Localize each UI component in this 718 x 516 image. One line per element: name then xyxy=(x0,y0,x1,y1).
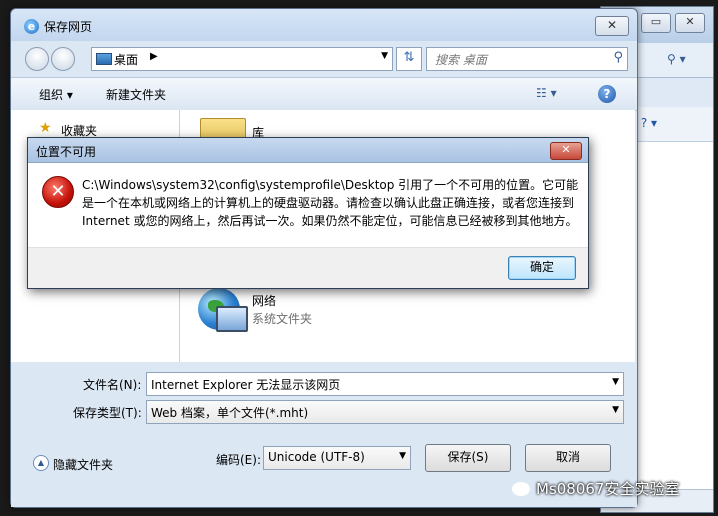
hide-folders-link[interactable]: 隐藏文件夹 xyxy=(53,456,113,473)
error-message-line: 是一个在本机或网络上的计算机上的硬盘驱动器。请检查以确认此盘正确连接，或者您连接… xyxy=(82,196,575,210)
save-button[interactable]: 保存(S) xyxy=(425,444,511,472)
encoding-select[interactable]: Unicode (UTF-8) ▼ xyxy=(263,446,411,470)
encoding-dropdown-icon[interactable]: ▼ xyxy=(399,451,406,461)
error-message-line: C:\Windows\system32\config\systemprofile… xyxy=(82,178,579,192)
search-placeholder: 搜索 桌面 xyxy=(435,53,487,67)
cancel-button[interactable]: 取消 xyxy=(525,444,611,472)
address-dropdown-icon[interactable]: ▼ xyxy=(381,51,388,61)
filename-dropdown-icon[interactable]: ▼ xyxy=(612,377,619,387)
wechat-icon xyxy=(512,482,530,496)
back-button[interactable] xyxy=(25,47,49,71)
restore-button[interactable]: ▭ xyxy=(641,13,671,33)
location-unavailable-dialog: 位置不可用 ✕ ✕ C:\Windows\system32\config\sys… xyxy=(27,137,589,289)
item-network-name[interactable]: 网络 xyxy=(252,292,276,309)
encoding-label: 编码(E): xyxy=(216,453,261,467)
organize-menu[interactable]: 组织 ▾ xyxy=(39,86,73,103)
new-folder-button[interactable]: 新建文件夹 xyxy=(106,86,166,103)
filename-label: 文件名(N): xyxy=(83,378,142,392)
error-message-line: Internet 或您的网络上，然后再试一次。如果仍然不能定位，可能信息已经被移… xyxy=(82,214,578,228)
filename-value[interactable]: Internet Explorer 无法显示该网页 xyxy=(151,376,340,393)
watermark-text: Ms08067安全实验室 xyxy=(536,480,680,498)
filetype-dropdown-icon[interactable]: ▼ xyxy=(612,405,619,415)
error-dialog-close-button[interactable]: ✕ xyxy=(550,142,582,160)
search-input[interactable]: 搜索 桌面 ⚲ xyxy=(426,47,628,71)
address-bar[interactable]: 桌面 ▶ ▼ xyxy=(91,47,393,71)
ok-button[interactable]: 确定 xyxy=(508,256,576,280)
save-dialog-title: 保存网页 xyxy=(44,20,93,34)
refresh-button[interactable]: ⇅ xyxy=(396,47,422,71)
filetype-select[interactable]: Web 档案，单个文件(*.mht) ▼ xyxy=(146,400,624,424)
watermark: Ms08067安全实验室 xyxy=(512,478,679,499)
favorites-star-icon: ★ xyxy=(39,120,52,136)
save-dialog-close-button[interactable]: ✕ xyxy=(595,16,629,36)
error-dialog-title-bar: 位置不可用 ✕ xyxy=(28,138,588,163)
search-icon[interactable]: ⚲ xyxy=(613,50,623,65)
address-location[interactable]: 桌面 xyxy=(114,51,138,68)
background-search-icon[interactable]: ⚲ ▾ xyxy=(667,52,686,66)
ie-icon: e xyxy=(24,19,39,34)
breadcrumb-arrow-icon[interactable]: ▶ xyxy=(150,51,158,62)
filetype-value[interactable]: Web 档案，单个文件(*.mht) xyxy=(151,404,308,421)
network-monitor-icon xyxy=(216,306,248,332)
error-dialog-title: 位置不可用 xyxy=(36,145,97,159)
encoding-value[interactable]: Unicode (UTF-8) xyxy=(268,450,365,464)
hide-folders-icon[interactable]: ▲ xyxy=(33,455,49,471)
filetype-label: 保存类型(T): xyxy=(73,406,142,420)
command-bar: 组织 ▾ 新建文件夹 ☷ ▾ ? xyxy=(11,77,637,111)
navigation-bar: 桌面 ▶ ▼ ⇅ 搜索 桌面 ⚲ xyxy=(11,41,637,77)
forward-button[interactable] xyxy=(51,47,75,71)
help-icon[interactable]: ? xyxy=(598,85,616,103)
save-dialog-title-bar: e 保存网页 ✕ xyxy=(11,9,637,41)
error-message: C:\Windows\system32\config\systemprofile… xyxy=(82,176,578,230)
error-icon: ✕ xyxy=(42,176,74,208)
item-network-subtitle: 系统文件夹 xyxy=(252,312,313,326)
view-options-icon[interactable]: ☷ ▾ xyxy=(536,86,557,100)
error-dialog-footer: 确定 xyxy=(28,247,588,288)
background-close-button[interactable]: ✕ xyxy=(675,13,705,33)
filename-input[interactable]: Internet Explorer 无法显示该网页 ▼ xyxy=(146,372,624,396)
desktop-icon xyxy=(96,53,112,65)
